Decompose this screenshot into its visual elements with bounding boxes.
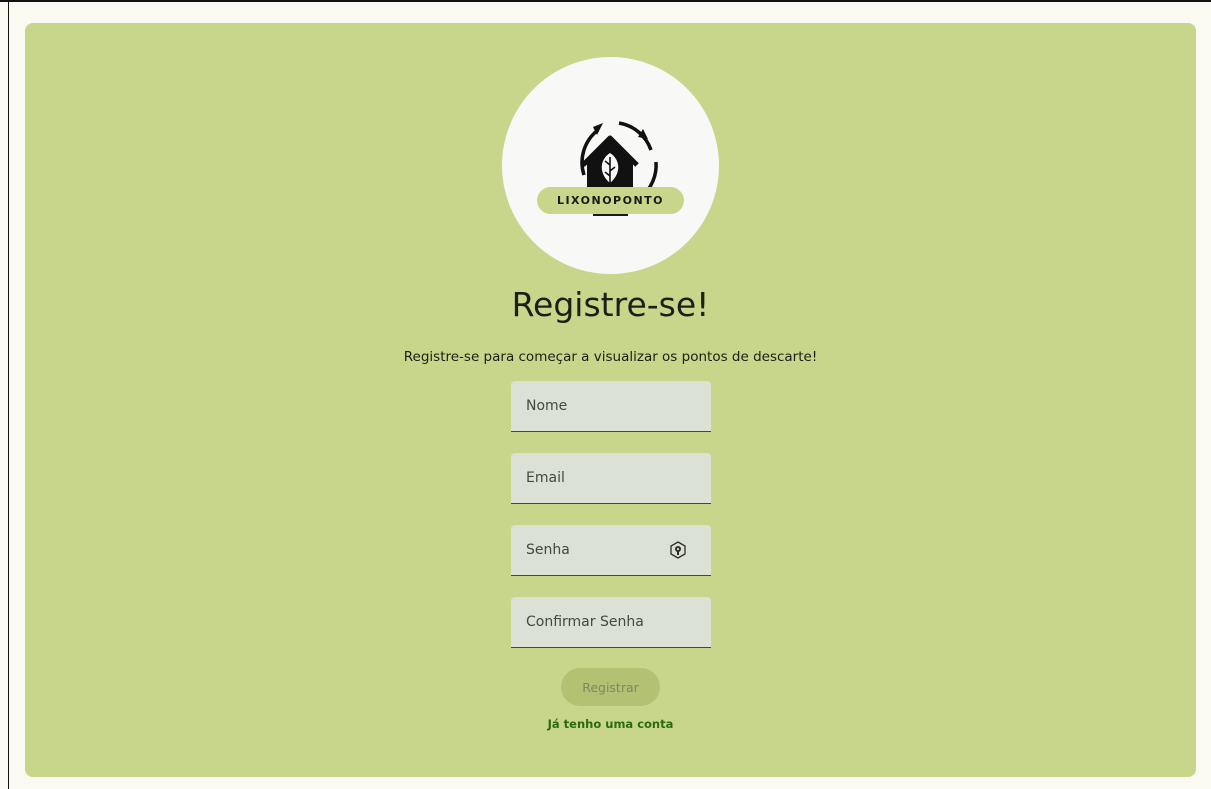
window-top-border xyxy=(0,0,1211,2)
page-title: Registre-se! xyxy=(511,285,710,324)
window-left-border xyxy=(8,0,9,789)
email-input[interactable] xyxy=(511,453,711,503)
visibility-toggle-icon[interactable] xyxy=(669,541,687,559)
register-card: LIXONOPONTO Registre-se! Registre-se par… xyxy=(25,23,1196,777)
brand-wordmark: LIXONOPONTO xyxy=(537,187,684,214)
recycle-house-icon xyxy=(580,121,658,199)
logo: LIXONOPONTO xyxy=(502,57,719,274)
confirm-password-input[interactable] xyxy=(511,597,711,647)
email-field xyxy=(511,453,711,504)
name-field xyxy=(511,381,711,432)
register-button[interactable]: Registrar xyxy=(561,668,660,706)
login-link[interactable]: Já tenho uma conta xyxy=(25,717,1196,731)
brand-underline xyxy=(593,214,628,216)
password-field xyxy=(511,525,711,576)
name-input[interactable] xyxy=(511,381,711,431)
page-subtitle: Registre-se para começar a visualizar os… xyxy=(403,349,818,365)
confirm-password-field xyxy=(511,597,711,648)
